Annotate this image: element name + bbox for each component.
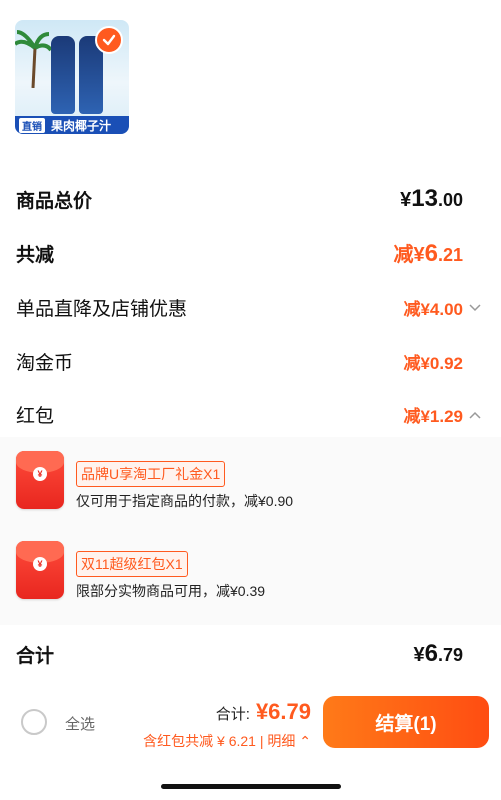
store-discount-row[interactable]: 单品直降及店铺优惠 减¥4.00 [16, 294, 481, 321]
banner-tag: 直销 [19, 117, 45, 133]
redpacket-desc: 限部分实物商品可用，减¥0.39 [76, 583, 266, 599]
checkout-total-value: ¥6.79 [255, 699, 311, 724]
redpacket-label: 红包 [16, 406, 55, 427]
coin-row: 淘金币 减¥0.92 [16, 348, 463, 375]
chevron-down-icon [469, 300, 481, 315]
redpacket-tag: 双11超级红包X1 [76, 551, 188, 577]
checkout-bar: 全选 合计: ¥6.79 含红包共减 ¥ 6.21 | 明细 ⌃ 结算(1) [0, 682, 501, 800]
redpacket-tag: 品牌U享淘工厂礼金X1 [76, 461, 226, 487]
checkmark-icon[interactable] [95, 26, 123, 54]
subtotal-label: 合计 [16, 645, 55, 667]
store-discount-label: 单品直降及店铺优惠 [16, 299, 188, 320]
discount-detail-link[interactable]: 含红包共减 ¥ 6.21 | 明细 ⌃ [143, 731, 311, 751]
coin-value: 减¥0.92 [403, 354, 463, 373]
total-discount-row: 共减 减¥ 6.21 [16, 238, 463, 268]
store-discount-value: 减¥4.00 [403, 295, 481, 320]
total-discount-value: 减¥ 6.21 [393, 240, 463, 267]
home-indicator [161, 784, 341, 789]
total-discount-label: 共减 [16, 244, 55, 266]
banner-name: 果肉椰子汁 [51, 118, 112, 133]
checkout-summary: 合计: ¥6.79 含红包共减 ¥ 6.21 | 明细 ⌃ [143, 699, 311, 751]
chevron-up-icon [469, 407, 481, 422]
redpacket-row[interactable]: 红包 减¥1.29 [16, 401, 481, 428]
checkout-total-label: 合计: [215, 706, 250, 723]
redpacket-list: ¥ 品牌U享淘工厂礼金X1 仅可用于指定商品的付款，减¥0.90 ¥ 双11超级… [0, 437, 501, 625]
total-price-row: 商品总价 ¥13.00 [16, 185, 463, 213]
total-price-label: 商品总价 [16, 190, 93, 212]
product-thumbnail[interactable]: 直销 果肉椰子汁 [15, 20, 129, 134]
red-envelope-icon: ¥ [16, 541, 64, 599]
bottle-image [51, 36, 75, 114]
select-all-radio[interactable] [21, 709, 47, 735]
redpacket-desc: 仅可用于指定商品的付款，减¥0.90 [76, 493, 294, 509]
select-all-label[interactable]: 全选 [65, 713, 95, 734]
redpacket-value: 减¥1.29 [403, 402, 481, 427]
checkout-button[interactable]: 结算(1) [323, 696, 489, 748]
redpacket-item[interactable]: ¥ 品牌U享淘工厂礼金X1 仅可用于指定商品的付款，减¥0.90 [16, 443, 485, 513]
subtotal-value: ¥6.79 [413, 640, 463, 667]
product-banner: 直销 果肉椰子汁 [15, 116, 129, 134]
red-envelope-icon: ¥ [16, 451, 64, 509]
redpacket-item[interactable]: ¥ 双11超级红包X1 限部分实物商品可用，减¥0.39 [16, 533, 485, 603]
coin-label: 淘金币 [16, 353, 74, 374]
palm-tree-graphic [15, 30, 51, 88]
subtotal-row: 合计 ¥6.79 [16, 640, 463, 668]
total-price-value: ¥13.00 [400, 185, 463, 212]
